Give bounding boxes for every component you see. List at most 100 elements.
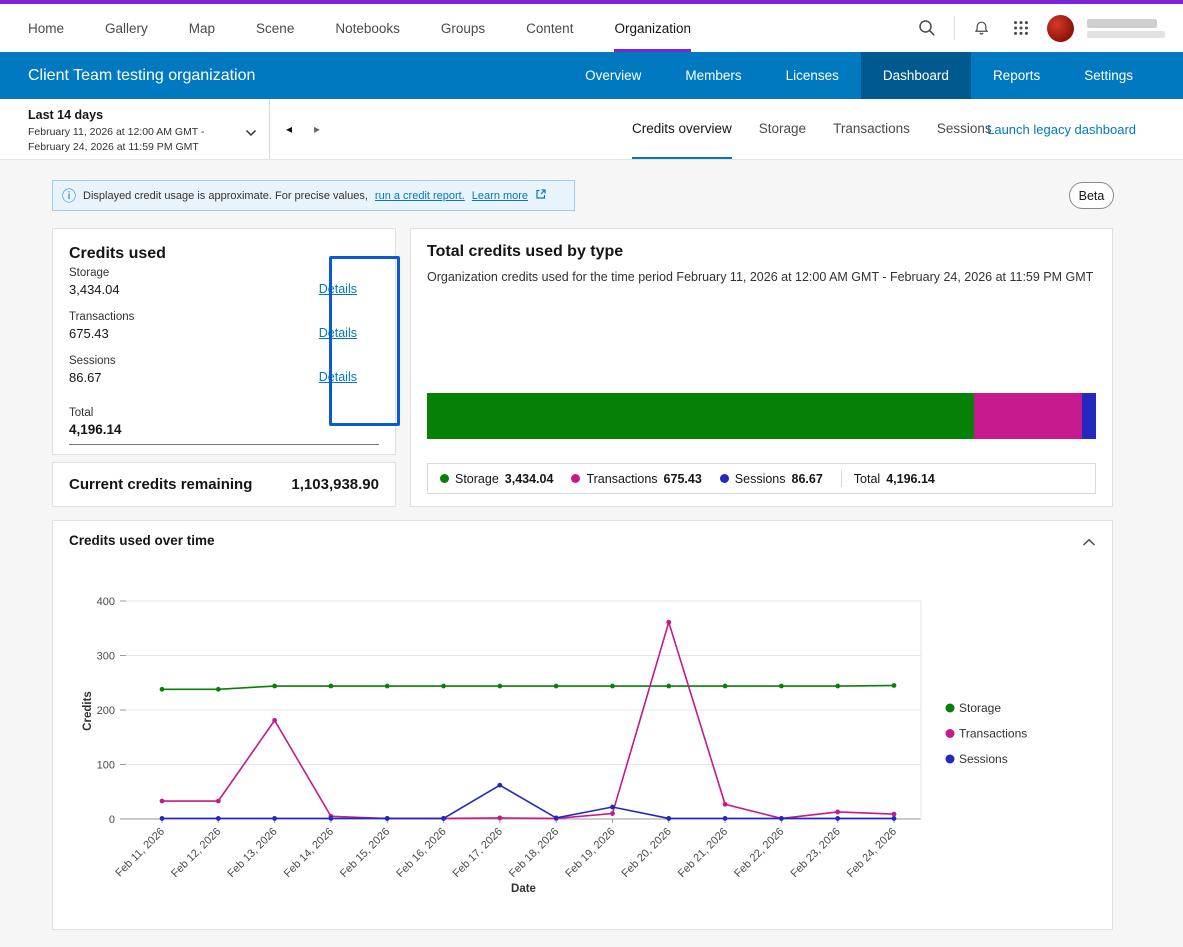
row-label: Sessions [69, 355, 116, 367]
credits-used-title: Credits used [69, 245, 166, 262]
svg-text:Transactions: Transactions [959, 727, 1027, 741]
current-credits-label: Current credits remaining [69, 476, 253, 493]
nav-scene[interactable]: Scene [256, 4, 294, 52]
legend-value: 86.67 [791, 471, 823, 486]
svg-text:Feb 11, 2026: Feb 11, 2026 [113, 826, 167, 880]
top-nav-items: Home Gallery Map Scene Notebooks Groups … [28, 4, 691, 52]
stacked-bar-legend: Storage 3,434.04 Transactions 675.43 Ses… [427, 463, 1096, 494]
row-label: Storage [69, 267, 110, 279]
over-time-title: Credits used over time [69, 533, 215, 548]
credits-used-rows: Storage 3,434.04 Details Transactions 67… [69, 267, 379, 445]
run-credit-report-link[interactable]: run a credit report. [375, 190, 465, 202]
app-launcher-grid-icon[interactable] [1008, 15, 1034, 41]
svg-text:Feb 16, 2026: Feb 16, 2026 [394, 826, 448, 880]
top-nav-right [913, 4, 1165, 52]
tab-transactions[interactable]: Transactions [833, 99, 910, 159]
date-range-value: February 11, 2026 at 12:00 AM GMT - Febr… [28, 126, 205, 153]
nav-groups[interactable]: Groups [441, 4, 485, 52]
legend-value: 3,434.04 [504, 471, 554, 486]
info-banner: ⓘ Displayed credit usage is approximate.… [52, 180, 575, 211]
by-type-title: Total credits used by type [427, 243, 624, 260]
nav-gallery[interactable]: Gallery [105, 4, 148, 52]
credits-row-storage: Storage 3,434.04 Details [69, 267, 379, 311]
legend-divider [840, 470, 842, 487]
credits-by-type-card: Total credits used by type Organization … [410, 228, 1113, 507]
nav-content[interactable]: Content [526, 4, 573, 52]
notifications-bell-icon[interactable] [968, 15, 995, 42]
credits-used-card: Credits used Storage 3,434.04 Details Tr… [52, 228, 396, 455]
legend-label: Sessions [734, 471, 786, 486]
row-label: Transactions [69, 311, 135, 323]
org-tab-settings[interactable]: Settings [1062, 52, 1155, 99]
nav-notebooks[interactable]: Notebooks [335, 4, 400, 52]
chevron-down-icon [245, 124, 257, 142]
svg-text:Date: Date [511, 883, 536, 895]
bar-segment-transactions [974, 393, 1083, 439]
legend-label: Total [853, 471, 881, 486]
learn-more-link[interactable]: Learn more [472, 190, 528, 202]
transactions-dot [571, 474, 581, 483]
svg-text:Feb 15, 2026: Feb 15, 2026 [338, 826, 392, 880]
dashboard-subheader: Last 14 days February 11, 2026 at 12:00 … [0, 99, 1183, 160]
svg-text:200: 200 [97, 705, 115, 717]
transactions-details-link[interactable]: Details [319, 326, 357, 340]
org-tab-overview[interactable]: Overview [563, 52, 663, 99]
svg-text:400: 400 [97, 596, 115, 608]
user-avatar[interactable] [1047, 14, 1074, 42]
nav-map[interactable]: Map [189, 4, 215, 52]
row-value: 86.67 [69, 370, 102, 385]
nav-home[interactable]: Home [28, 4, 64, 52]
svg-text:Feb 23, 2026: Feb 23, 2026 [788, 826, 842, 880]
svg-text:Feb 14, 2026: Feb 14, 2026 [282, 826, 336, 880]
legend-value: 675.43 [663, 471, 702, 486]
org-tab-dashboard[interactable]: Dashboard [860, 52, 971, 99]
sessions-details-link[interactable]: Details [319, 370, 357, 384]
stacked-bar [427, 393, 1096, 439]
nav-organization[interactable]: Organization [614, 4, 691, 52]
next-period-button[interactable]: ▸ [310, 118, 324, 140]
svg-text:0: 0 [109, 814, 115, 826]
current-credits-card: Current credits remaining 1,103,938.90 [52, 462, 396, 507]
svg-text:Storage: Storage [959, 701, 1001, 715]
legend-value: 4,196.14 [886, 471, 935, 486]
tab-storage[interactable]: Storage [759, 99, 806, 159]
user-email-line [1087, 30, 1165, 38]
info-icon: ⓘ [62, 187, 76, 204]
storage-details-link[interactable]: Details [319, 282, 357, 296]
date-range-selector[interactable]: Last 14 days February 11, 2026 at 12:00 … [0, 99, 270, 159]
svg-text:Credits: Credits [82, 691, 94, 731]
bar-segment-sessions [1082, 393, 1096, 439]
by-type-subtitle: Organization credits used for the time p… [427, 270, 1094, 284]
svg-text:Feb 24, 2026: Feb 24, 2026 [845, 826, 899, 880]
org-header: Client Team testing organization Overvie… [0, 52, 1183, 99]
page: Home Gallery Map Scene Notebooks Groups … [0, 0, 1183, 947]
user-name-redacted [1087, 18, 1165, 38]
collapse-chevron-icon[interactable] [1076, 529, 1102, 555]
org-title: Client Team testing organization [28, 66, 256, 84]
total-label: Total [69, 407, 94, 419]
launch-legacy-dashboard-link[interactable]: Launch legacy dashboard [987, 99, 1136, 159]
credits-row-total: Total 4,196.14 [69, 407, 379, 445]
credits-over-time-card: 0 100 200 300 400 Feb 11, 2026 Feb 12, 2026 Feb… [52, 520, 1113, 930]
legend-transactions: Transactions 675.43 [571, 471, 702, 486]
svg-text:Feb 12, 2026: Feb 12, 2026 [169, 826, 223, 880]
beta-badge: Beta [1069, 182, 1114, 209]
org-tab-licenses[interactable]: Licenses [764, 52, 861, 99]
legend-storage: Storage 3,434.04 [440, 472, 553, 486]
current-credits-value: 1,103,938.90 [291, 476, 379, 493]
bar-segment-storage [427, 393, 975, 439]
total-value: 4,196.14 [69, 422, 122, 437]
tab-sessions[interactable]: Sessions [937, 99, 992, 159]
svg-text:Feb 21, 2026: Feb 21, 2026 [676, 826, 730, 880]
org-tabs: Overview Members Licenses Dashboard Repo… [563, 52, 1155, 99]
legend-sessions: Sessions 86.67 [719, 471, 823, 486]
org-tab-reports[interactable]: Reports [971, 52, 1062, 99]
org-tab-members[interactable]: Members [663, 52, 763, 99]
previous-period-button[interactable]: ◂ [282, 118, 296, 140]
svg-text:Sessions: Sessions [959, 752, 1008, 766]
tab-credits-overview[interactable]: Credits overview [632, 99, 732, 159]
dashboard-tabs: Credits overview Storage Transactions Se… [632, 99, 992, 159]
date-range-label: Last 14 days [28, 108, 104, 122]
svg-text:100: 100 [97, 760, 115, 772]
search-icon[interactable] [913, 14, 941, 42]
